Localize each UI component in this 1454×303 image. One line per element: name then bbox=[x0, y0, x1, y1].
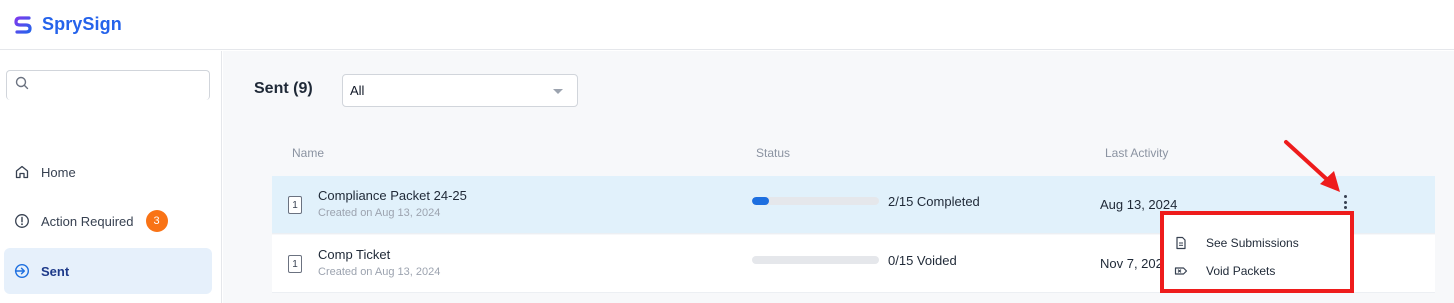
sidebar-item-home[interactable]: Home bbox=[4, 149, 212, 195]
sidebar-item-label: Home bbox=[41, 164, 76, 180]
column-header-status[interactable]: Status bbox=[756, 146, 790, 160]
packet-created-date: Created on Aug 13, 2024 bbox=[318, 207, 441, 219]
status-filter-select[interactable]: All bbox=[342, 74, 578, 107]
search-input[interactable] bbox=[35, 78, 205, 93]
packet-document-icon: 1 bbox=[288, 253, 304, 273]
document-icon bbox=[1174, 236, 1188, 250]
count-badge: 3 bbox=[145, 210, 168, 232]
top-bar: SprySign bbox=[0, 0, 1454, 50]
status-text: 0/15 Voided bbox=[888, 253, 957, 268]
last-activity-date: Aug 13, 2024 bbox=[1100, 197, 1178, 212]
sidebar-item-action-required[interactable]: Action Required 3 bbox=[4, 198, 212, 244]
menu-item-label: See Submissions bbox=[1206, 236, 1299, 250]
row-actions-menu: See Submissions Void Packets bbox=[1160, 211, 1354, 293]
alert-circle-icon bbox=[14, 213, 30, 229]
sidebar-item-label: Action Required bbox=[41, 213, 134, 229]
sent-icon bbox=[14, 263, 30, 279]
packet-created-date: Created on Aug 13, 2024 bbox=[318, 266, 441, 278]
sidebar-item-label: Sent bbox=[41, 263, 70, 279]
menu-item-label: Void Packets bbox=[1206, 264, 1276, 278]
void-packets-menu-item[interactable]: Void Packets bbox=[1174, 261, 1275, 281]
packet-document-icon: 1 bbox=[288, 194, 304, 214]
progress-bar bbox=[752, 197, 879, 205]
annotation-arrow-icon bbox=[1284, 140, 1340, 192]
chevron-down-icon bbox=[553, 89, 563, 94]
packet-name[interactable]: Compliance Packet 24-25 bbox=[318, 188, 467, 203]
progress-bar bbox=[752, 256, 879, 264]
sidebar: Home Action Required 3 Sent bbox=[0, 51, 222, 303]
void-icon bbox=[1174, 264, 1188, 278]
column-header-name[interactable]: Name bbox=[292, 146, 324, 160]
sidebar-item-sent[interactable]: Sent bbox=[4, 248, 212, 294]
search-icon bbox=[15, 76, 29, 95]
brand-name[interactable]: SprySign bbox=[42, 14, 122, 35]
search-box[interactable] bbox=[6, 70, 210, 100]
sprysign-logo-icon[interactable] bbox=[14, 15, 32, 35]
home-icon bbox=[14, 164, 30, 180]
select-value: All bbox=[350, 83, 365, 98]
see-submissions-menu-item[interactable]: See Submissions bbox=[1174, 233, 1299, 253]
column-header-last-activity[interactable]: Last Activity bbox=[1105, 146, 1168, 160]
page-title: Sent (9) bbox=[254, 80, 313, 97]
packet-name[interactable]: Comp Ticket bbox=[318, 247, 390, 262]
status-text: 2/15 Completed bbox=[888, 194, 980, 209]
progress-fill bbox=[752, 197, 769, 205]
